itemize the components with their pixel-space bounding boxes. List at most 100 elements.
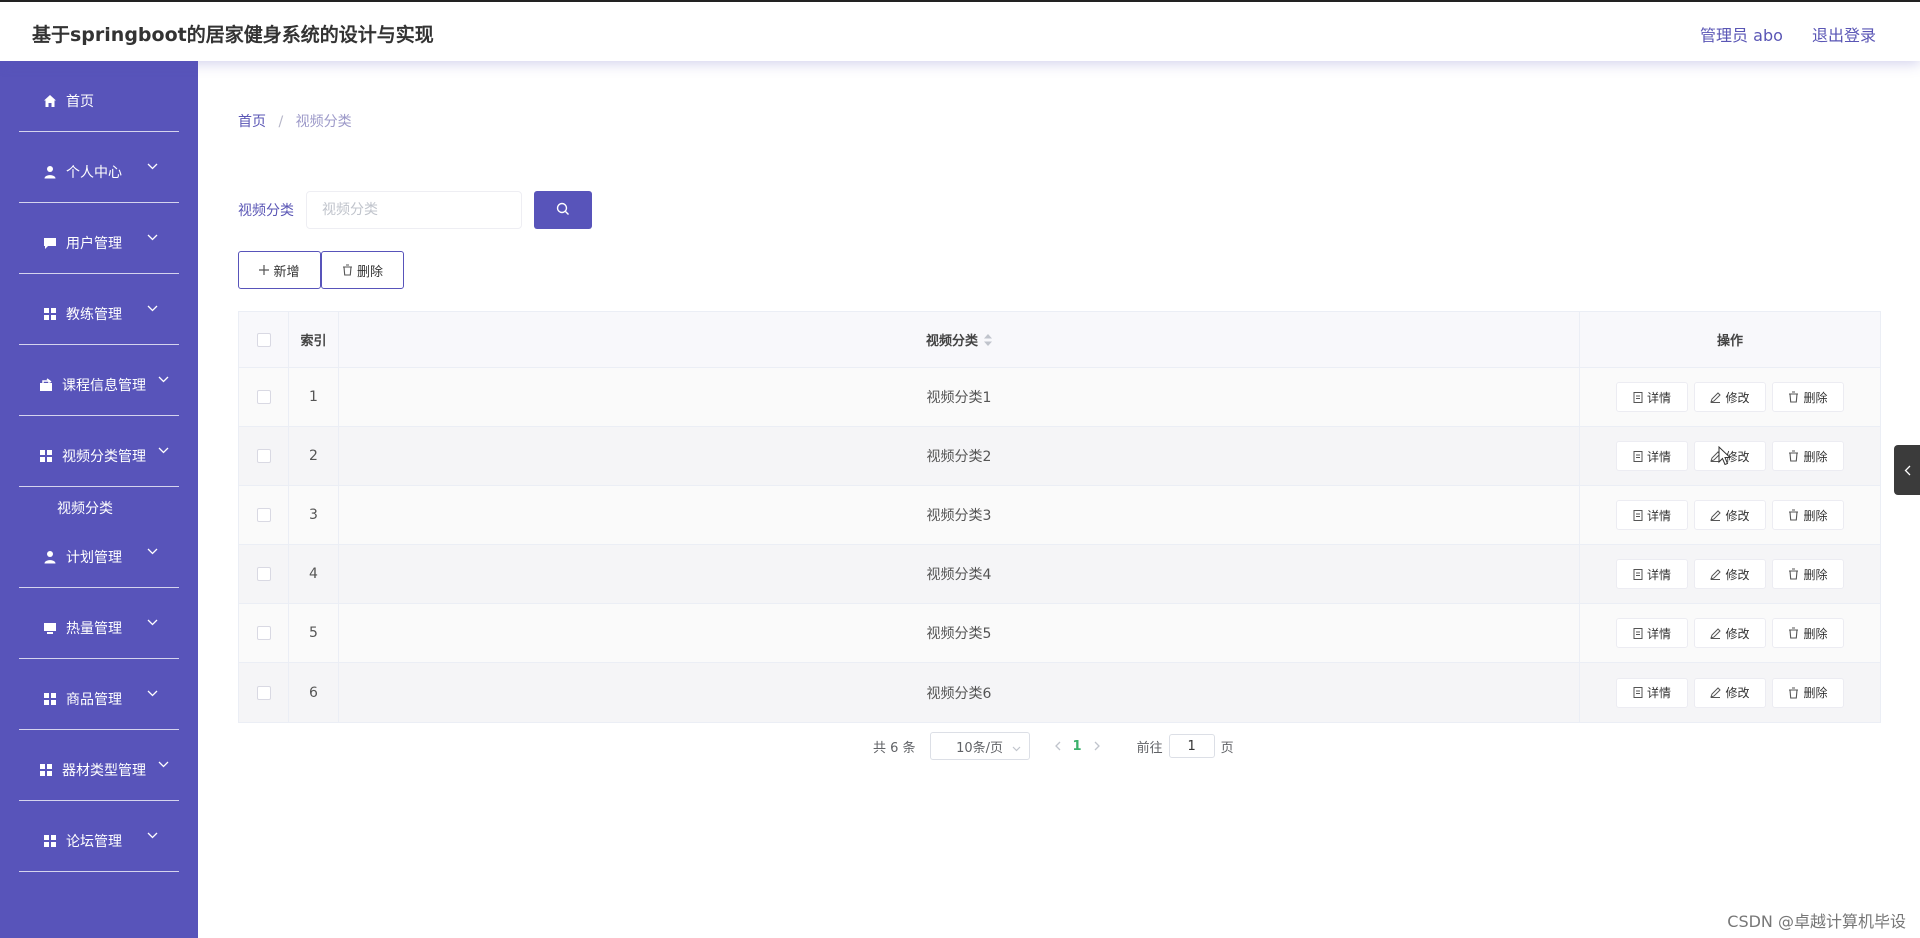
- select-all-checkbox[interactable]: [256, 332, 271, 347]
- breadcrumb-separator: /: [278, 114, 284, 130]
- document-icon: [1633, 687, 1643, 698]
- grid-icon: [39, 449, 53, 463]
- edit-button[interactable]: 修改: [1694, 559, 1766, 589]
- detail-button-label: 详情: [1646, 390, 1671, 405]
- sidebar-item-label: 课程信息管理: [62, 378, 146, 394]
- delete-button[interactable]: 删除: [1772, 500, 1844, 530]
- edit-button-label: 修改: [1725, 567, 1750, 582]
- edit-button[interactable]: 修改: [1694, 677, 1766, 708]
- edit-button[interactable]: 修改: [1694, 618, 1766, 648]
- row-checkbox-cell: [239, 545, 289, 603]
- pencil-icon: [1710, 687, 1722, 698]
- user-icon: [43, 550, 57, 564]
- row-operations: 详情 修改 删除: [1580, 604, 1880, 662]
- row-checkbox[interactable]: [256, 567, 271, 581]
- action-toolbar: 新增 删除: [238, 251, 404, 289]
- row-checkbox[interactable]: [256, 626, 271, 640]
- delete-button[interactable]: 删除: [1772, 441, 1844, 471]
- sidebar-item-equipment-type-management[interactable]: 器材类型管理: [19, 730, 179, 801]
- pagination: 共 6 条 10条/页 1 前往 1 页: [873, 731, 1234, 761]
- table-row: 6 视频分类6 详情 修改 删除: [239, 663, 1880, 722]
- table-row: 1 视频分类1 详情 修改 删除: [239, 368, 1880, 427]
- prev-page-button[interactable]: [1054, 741, 1061, 751]
- detail-button[interactable]: 详情: [1616, 677, 1688, 708]
- row-checkbox[interactable]: [256, 390, 271, 404]
- row-checkbox[interactable]: [256, 685, 271, 700]
- sidebar-item-product-management[interactable]: 商品管理: [19, 659, 179, 730]
- edit-button[interactable]: 修改: [1694, 500, 1766, 530]
- document-icon: [1633, 391, 1643, 403]
- edit-button-label: 修改: [1725, 390, 1750, 405]
- page-number-current[interactable]: 1: [1073, 739, 1082, 754]
- page-size-select[interactable]: 10条/页: [929, 732, 1030, 760]
- sidebar-item-label: 器材类型管理: [62, 763, 146, 779]
- sidebar-item-user-management[interactable]: 用户管理: [19, 203, 179, 274]
- delete-button-label: 删除: [1803, 686, 1828, 700]
- grid-icon: [43, 692, 57, 706]
- document-icon: [1633, 450, 1643, 462]
- document-icon: [1633, 627, 1643, 639]
- trash-icon: [1788, 391, 1799, 403]
- row-checkbox[interactable]: [256, 449, 271, 463]
- sort-icon[interactable]: [984, 333, 992, 346]
- table-header-row: 索引 视频分类 操作: [239, 312, 1880, 368]
- page-size-value: 10条/页: [956, 740, 1004, 756]
- sidebar-item-label: 个人中心: [66, 165, 122, 181]
- sidebar-item-plan-management[interactable]: 计划管理: [19, 532, 179, 588]
- sidebar-item-personal-center[interactable]: 个人中心: [19, 132, 179, 203]
- pencil-icon: [1710, 627, 1722, 639]
- goto-page-input[interactable]: 1: [1168, 734, 1215, 758]
- sidebar-item-course-management[interactable]: 课程信息管理: [19, 345, 179, 416]
- admin-user-label[interactable]: 管理员 abo: [1700, 26, 1783, 45]
- batch-delete-button[interactable]: 删除: [321, 251, 404, 289]
- detail-button[interactable]: 详情: [1616, 618, 1688, 648]
- header-category-label: 视频分类: [925, 334, 978, 349]
- sidebar-subitem-video-category[interactable]: 视频分类: [19, 487, 179, 532]
- briefcase-icon: [39, 378, 53, 392]
- sidebar-item-label: 首页: [66, 94, 94, 110]
- detail-button[interactable]: 详情: [1616, 441, 1688, 471]
- edit-button[interactable]: 修改: [1694, 382, 1766, 412]
- edit-button-label: 修改: [1725, 508, 1750, 523]
- row-index: 1: [289, 368, 339, 426]
- chevron-down-icon: [158, 756, 169, 772]
- user-icon: [43, 165, 57, 179]
- add-button[interactable]: 新增: [238, 251, 321, 289]
- delete-button-label: 删除: [356, 264, 383, 280]
- sidebar-item-home[interactable]: 首页: [19, 61, 179, 132]
- chevron-left-icon: [1904, 461, 1911, 480]
- detail-button[interactable]: 详情: [1616, 559, 1688, 589]
- row-category: 视频分类2: [339, 427, 1580, 485]
- sidebar-item-coach-management[interactable]: 教练管理: [19, 274, 179, 345]
- chevron-down-icon: [147, 300, 158, 316]
- sidebar-item-video-category-management[interactable]: 视频分类管理: [19, 416, 179, 487]
- sidebar-item-label: 教练管理: [66, 307, 122, 323]
- table-row: 2 视频分类2 详情 修改 删除: [239, 427, 1880, 486]
- row-checkbox[interactable]: [256, 508, 271, 522]
- search-input[interactable]: [306, 191, 522, 229]
- delete-button[interactable]: 删除: [1772, 677, 1844, 708]
- delete-button-label: 删除: [1803, 626, 1828, 641]
- detail-button[interactable]: 详情: [1616, 500, 1688, 530]
- table-row: 3 视频分类3 详情 修改 删除: [239, 486, 1880, 545]
- delete-button[interactable]: 删除: [1772, 382, 1844, 412]
- sidebar-item-forum-management[interactable]: 论坛管理: [19, 801, 179, 872]
- logout-link[interactable]: 退出登录: [1812, 26, 1876, 45]
- grid-icon: [43, 834, 57, 848]
- breadcrumb-home[interactable]: 首页: [238, 114, 266, 130]
- delete-button[interactable]: 删除: [1772, 618, 1844, 648]
- search-button[interactable]: [534, 191, 592, 229]
- detail-button[interactable]: 详情: [1616, 382, 1688, 412]
- sidebar-item-label: 用户管理: [66, 236, 122, 252]
- pencil-icon: [1710, 568, 1722, 580]
- sidebar-item-calorie-management[interactable]: 热量管理: [19, 588, 179, 659]
- row-category: 视频分类4: [339, 545, 1580, 603]
- collapse-panel-toggle[interactable]: [1894, 445, 1920, 495]
- sidebar-item-label: 论坛管理: [66, 834, 122, 850]
- document-icon: [1633, 509, 1643, 521]
- grid-icon: [43, 307, 57, 321]
- chat-icon: [43, 236, 57, 250]
- delete-button[interactable]: 删除: [1772, 559, 1844, 589]
- header-category[interactable]: 视频分类: [339, 312, 1580, 367]
- next-page-button[interactable]: [1094, 741, 1101, 751]
